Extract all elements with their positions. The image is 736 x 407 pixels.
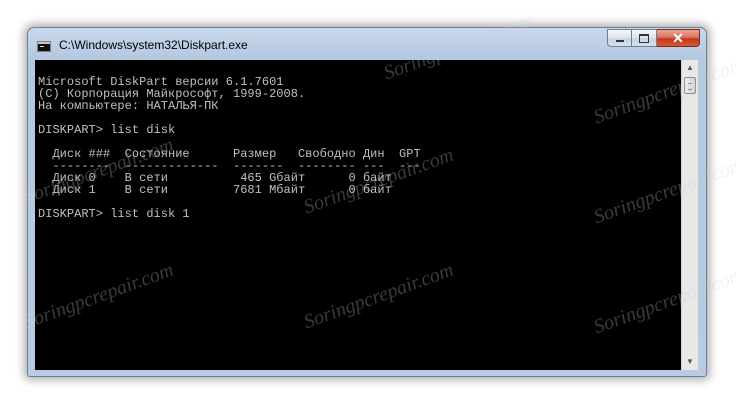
console-output[interactable]: Microsoft DiskPart версии 6.1.7601 (C) К… [35,60,681,370]
scroll-up-arrow-icon[interactable]: ▲ [682,60,698,76]
console-window: C:\Windows\system32\Diskpart.exe ✕ Micro… [27,27,707,377]
console-prompt-line: DISKPART> list disk 1 [38,207,190,221]
scrollbar-thumb[interactable] [684,77,696,94]
console-prompt-line: DISKPART> list disk [38,123,176,137]
close-icon: ✕ [672,30,684,46]
title-bar[interactable]: C:\Windows\system32\Diskpart.exe ✕ [28,28,706,61]
maximize-button[interactable] [632,29,657,47]
scroll-down-arrow-icon[interactable]: ▼ [682,354,698,370]
console-app-icon[interactable] [37,41,51,52]
minimize-button[interactable] [607,29,632,47]
console-line: На компьютере: НАТАЛЬЯ-ПК [38,99,219,113]
vertical-scrollbar[interactable]: ▲ ▼ [681,60,698,370]
table-row: Диск 1 В сети 7681 Mбайт 0 байт [38,183,392,197]
caption-buttons: ✕ [607,29,700,48]
maximize-icon [639,33,649,43]
close-button[interactable]: ✕ [657,29,700,47]
minimize-icon [615,40,624,42]
window-title: C:\Windows\system32\Diskpart.exe [59,38,248,52]
